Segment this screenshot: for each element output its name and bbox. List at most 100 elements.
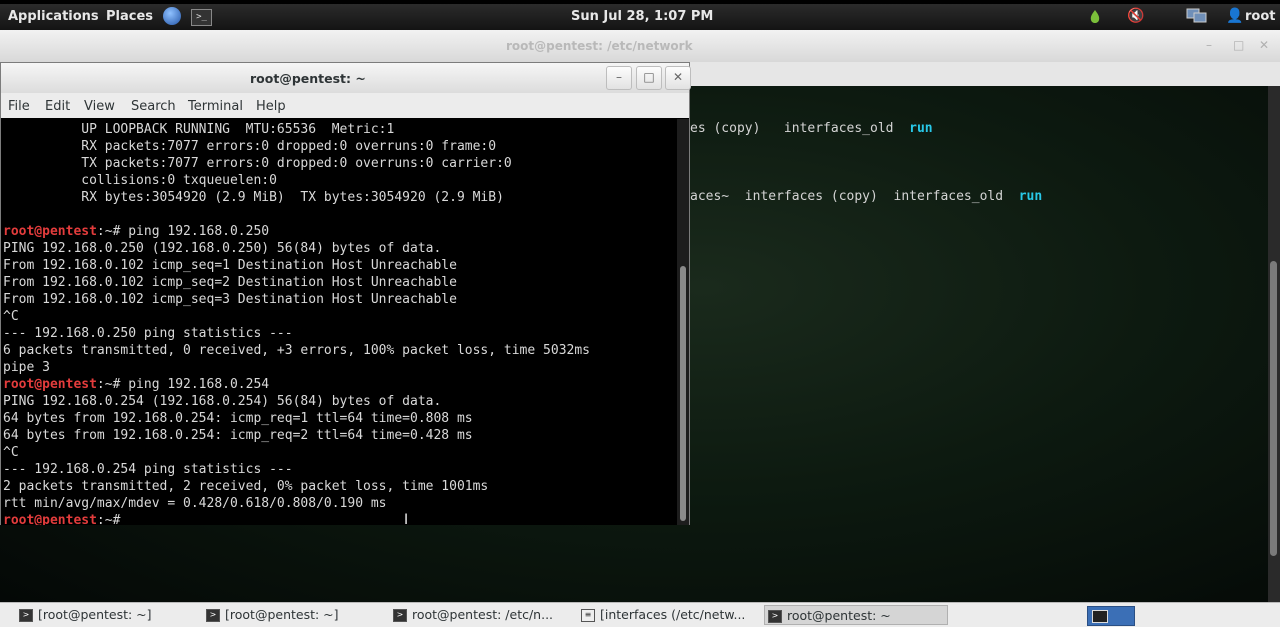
- terminal-line-text: ^C: [3, 309, 19, 324]
- minimize-button[interactable]: –: [606, 66, 632, 90]
- text-editor-icon: ≡: [581, 609, 595, 622]
- terminal-line: ^C: [3, 308, 19, 325]
- places-menu[interactable]: Places: [106, 9, 153, 24]
- terminal-line: From 192.168.0.102 icmp_seq=1 Destinatio…: [3, 257, 457, 274]
- bg-line-dir: run: [909, 121, 933, 136]
- terminal-line: TX packets:7077 errors:0 dropped:0 overr…: [3, 155, 512, 172]
- network-status-icon[interactable]: [1088, 8, 1102, 30]
- user-name[interactable]: root: [1245, 9, 1276, 24]
- terminal-output[interactable]: UP LOOPBACK RUNNING MTU:65536 Metric:1 R…: [1, 119, 677, 525]
- taskbar-item-label: root@pentest: ~: [787, 608, 891, 623]
- minimize-icon[interactable]: –: [1206, 38, 1212, 52]
- background-scrollbar[interactable]: [1268, 86, 1280, 602]
- clock[interactable]: Sun Jul 28, 1:07 PM: [571, 9, 713, 24]
- terminal-line-text: RX packets:7077 errors:0 dropped:0 overr…: [3, 139, 497, 154]
- taskbar-item-label: [root@pentest: ~]: [38, 607, 152, 622]
- terminal-line-text: ^C: [3, 445, 19, 460]
- front-scrollbar-thumb[interactable]: [680, 266, 686, 521]
- terminal-line-text: rtt min/avg/max/mdev = 0.428/0.618/0.808…: [3, 496, 387, 511]
- menu-view[interactable]: View: [84, 99, 115, 114]
- menu-search[interactable]: Search: [131, 99, 176, 114]
- front-window-titlebar[interactable]: root@pentest: ~ – □ ✕: [1, 63, 691, 93]
- terminal-line: rtt min/avg/max/mdev = 0.428/0.618/0.808…: [3, 495, 387, 512]
- background-scrollbar-thumb[interactable]: [1270, 261, 1277, 556]
- front-scrollbar[interactable]: [677, 119, 689, 525]
- menu-terminal[interactable]: Terminal: [188, 99, 243, 114]
- terminal-icon: >: [19, 609, 33, 622]
- background-window-titlebar[interactable]: root@pentest: /etc/network – □ ✕: [0, 30, 1280, 63]
- taskbar-item[interactable]: > [root@pentest: ~]: [16, 605, 186, 625]
- bg-line-dir: run: [1018, 189, 1043, 204]
- terminal-line: From 192.168.0.102 icmp_seq=2 Destinatio…: [3, 274, 457, 291]
- taskbar-item-label: [root@pentest: ~]: [225, 607, 339, 622]
- terminal-line-text: pipe 3: [3, 360, 50, 375]
- shell-prompt: root@pentest: [3, 377, 97, 392]
- terminal-line-text: RX bytes:3054920 (2.9 MiB) TX bytes:3054…: [3, 190, 504, 205]
- menu-edit[interactable]: Edit: [45, 99, 70, 114]
- terminal-line-text: --- 192.168.0.254 ping statistics ---: [3, 462, 293, 477]
- bg-terminal-line: es (copy) interfaces_old run: [690, 121, 933, 136]
- terminal-line-text: From 192.168.0.102 icmp_seq=3 Destinatio…: [3, 292, 457, 307]
- terminal-line-text: PING 192.168.0.254 (192.168.0.254) 56(84…: [3, 394, 442, 409]
- taskbar-item-active[interactable]: > root@pentest: ~: [764, 605, 948, 625]
- terminal-line-text: :~# ping 192.168.0.250: [96, 224, 270, 239]
- taskbar-item[interactable]: > root@pentest: /etc/n...: [390, 605, 568, 625]
- terminal-line: RX bytes:3054920 (2.9 MiB) TX bytes:3054…: [3, 189, 504, 206]
- terminal-line: root@pentest:~# ping 192.168.0.250: [3, 223, 269, 240]
- front-window-menubar: File Edit View Search Terminal Help: [1, 93, 689, 118]
- browser-launcher-icon[interactable]: [163, 7, 181, 25]
- terminal-icon: >: [768, 610, 782, 623]
- terminal-line: 2 packets transmitted, 2 received, 0% pa…: [3, 478, 488, 495]
- terminal-line-text: TX packets:7077 errors:0 dropped:0 overr…: [3, 156, 512, 171]
- terminal-line: --- 192.168.0.254 ping statistics ---: [3, 461, 293, 478]
- shell-prompt: root@pentest: [3, 513, 97, 525]
- close-button[interactable]: ✕: [665, 66, 691, 90]
- terminal-line: From 192.168.0.102 icmp_seq=3 Destinatio…: [3, 291, 457, 308]
- text-cursor-icon: I: [404, 512, 409, 528]
- background-window-title: root@pentest: /etc/network: [506, 39, 693, 53]
- taskbar-item[interactable]: ≡ [interfaces (/etc/netw...: [578, 605, 756, 625]
- menu-help[interactable]: Help: [256, 99, 286, 114]
- menu-file[interactable]: File: [8, 99, 30, 114]
- front-terminal-window[interactable]: root@pentest: ~ – □ ✕ File Edit View Sea…: [0, 62, 691, 528]
- volume-muted-icon[interactable]: 🔇: [1127, 8, 1144, 24]
- terminal-line-text: --- 192.168.0.250 ping statistics ---: [3, 326, 293, 341]
- terminal-line: UP LOOPBACK RUNNING MTU:65536 Metric:1: [3, 121, 394, 138]
- terminal-icon: >: [206, 609, 220, 622]
- terminal-line-text: :~# ping 192.168.0.254: [96, 377, 270, 392]
- taskbar-item-label: [interfaces (/etc/netw...: [600, 607, 746, 622]
- maximize-icon[interactable]: □: [1233, 38, 1244, 52]
- terminal-line: ^C: [3, 444, 19, 461]
- terminal-line: collisions:0 txqueuelen:0: [3, 172, 277, 189]
- terminal-line: root@pentest:~#: [3, 512, 128, 525]
- terminal-line: PING 192.168.0.254 (192.168.0.254) 56(84…: [3, 393, 441, 410]
- user-icon[interactable]: 👤: [1226, 8, 1243, 24]
- terminal-line: root@pentest:~# ping 192.168.0.254: [3, 376, 269, 393]
- bg-line-text: es (copy) interfaces_old: [690, 121, 910, 136]
- applications-menu[interactable]: Applications: [8, 9, 99, 24]
- display-icon[interactable]: [1186, 8, 1208, 28]
- front-window-title: root@pentest: ~: [250, 71, 366, 86]
- terminal-line-text: 2 packets transmitted, 2 received, 0% pa…: [3, 479, 489, 494]
- top-panel: Applications Places >_ Sun Jul 28, 1:07 …: [0, 4, 1280, 30]
- terminal-line-text: 64 bytes from 192.168.0.254: icmp_req=1 …: [3, 411, 473, 426]
- terminal-line: --- 192.168.0.250 ping statistics ---: [3, 325, 293, 342]
- bottom-taskbar: > [root@pentest: ~] > [root@pentest: ~] > r…: [0, 602, 1280, 627]
- taskbar-item[interactable]: > [root@pentest: ~]: [203, 605, 373, 625]
- terminal-line-text: 64 bytes from 192.168.0.254: icmp_req=2 …: [3, 428, 473, 443]
- terminal-line-text: From 192.168.0.102 icmp_seq=1 Destinatio…: [3, 258, 457, 273]
- workspace-window-thumbnail: [1092, 610, 1108, 623]
- terminal-line-text: From 192.168.0.102 icmp_seq=2 Destinatio…: [3, 275, 457, 290]
- maximize-button[interactable]: □: [636, 66, 662, 90]
- close-icon[interactable]: ✕: [1259, 38, 1269, 52]
- terminal-icon: >: [393, 609, 407, 622]
- workspace-switcher[interactable]: [1087, 606, 1135, 626]
- terminal-line-text: UP LOOPBACK RUNNING MTU:65536 Metric:1: [3, 122, 395, 137]
- terminal-line: 64 bytes from 192.168.0.254: icmp_req=2 …: [3, 427, 473, 444]
- taskbar-item-label: root@pentest: /etc/n...: [412, 607, 554, 622]
- terminal-line: PING 192.168.0.250 (192.168.0.250) 56(84…: [3, 240, 441, 257]
- shell-prompt: root@pentest: [3, 224, 97, 239]
- terminal-launcher-icon[interactable]: >_: [191, 9, 212, 26]
- terminal-line: pipe 3: [3, 359, 50, 376]
- terminal-line: 6 packets transmitted, 0 received, +3 er…: [3, 342, 590, 359]
